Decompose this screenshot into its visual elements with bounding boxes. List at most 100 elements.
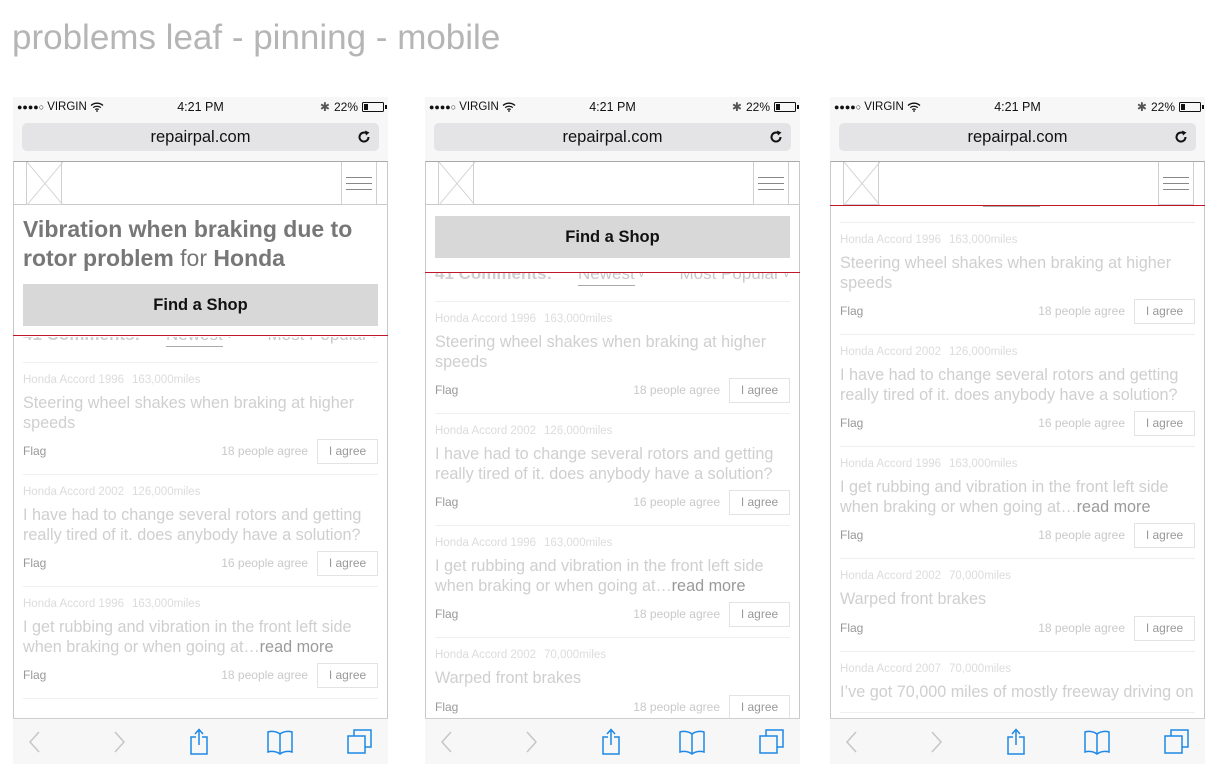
bookmarks-icon[interactable] xyxy=(678,728,706,756)
url-text: repairpal.com xyxy=(967,128,1068,146)
comment-meta: Honda Accord 2002 70,000miles xyxy=(435,648,790,662)
car-model: Honda Accord 2002 xyxy=(435,425,537,437)
comment-item: Honda Accord 1996 163,000miles I get rubbi… xyxy=(435,526,790,638)
car-model: Honda Accord 2002 xyxy=(435,649,537,661)
back-icon[interactable] xyxy=(840,728,868,756)
pin-line xyxy=(425,272,800,273)
i-agree-button[interactable]: I agree xyxy=(317,439,378,464)
logo-placeholder[interactable] xyxy=(438,161,476,206)
flag-link[interactable]: Flag xyxy=(840,304,863,318)
i-agree-button[interactable]: I agree xyxy=(729,378,790,403)
bookmarks-icon[interactable] xyxy=(266,728,294,756)
back-icon[interactable] xyxy=(23,728,51,756)
flag-link[interactable]: Flag xyxy=(435,607,458,621)
comments-list: 41 Comments: Newest∨ Most Popular∨ Honda… xyxy=(831,204,1204,713)
i-agree-button[interactable]: I agree xyxy=(1134,523,1195,548)
comment-actions: Flag 18 people agree I agree xyxy=(435,694,790,718)
comment-body: I have had to change several rotors and … xyxy=(840,366,1179,404)
find-a-shop-button[interactable]: Find a Shop xyxy=(435,216,790,258)
page-title: problems leaf - pinning - mobile xyxy=(12,18,501,57)
car-model: Honda Accord 1996 xyxy=(435,313,537,325)
status-bar: ●●●●○ VIRGIN 4:21 PM ✱ 22% xyxy=(425,97,800,117)
comment-actions: Flag 18 people agree I agree xyxy=(435,602,790,627)
url-bar[interactable]: repairpal.com xyxy=(839,123,1196,151)
reload-icon[interactable] xyxy=(1173,129,1189,145)
flag-link[interactable]: Flag xyxy=(840,528,863,542)
comment-actions: Flag 18 people agree I agree xyxy=(840,523,1195,548)
browser-toolbar xyxy=(13,718,388,764)
car-model: Honda Accord 1996 xyxy=(840,458,942,470)
hamburger-menu-button[interactable] xyxy=(753,162,789,205)
logo-placeholder[interactable] xyxy=(26,161,64,206)
agree-count: 18 people agree xyxy=(633,699,720,714)
agree-count: 18 people agree xyxy=(1038,304,1125,318)
hamburger-menu-button[interactable] xyxy=(341,162,377,205)
battery-icon xyxy=(362,102,387,112)
read-more-link[interactable]: read more xyxy=(260,638,334,656)
site-header xyxy=(13,161,388,206)
flag-link[interactable]: Flag xyxy=(23,444,46,458)
flag-link[interactable]: Flag xyxy=(435,495,458,509)
browser-chrome: ●●●●○ VIRGIN 4:21 PM ✱ 22% repairpal.com xyxy=(13,97,388,161)
share-icon[interactable] xyxy=(1003,728,1031,756)
car-mileage: 163,000miles xyxy=(949,234,1018,246)
share-icon[interactable] xyxy=(598,728,626,756)
comment-actions: Flag 18 people agree I agree xyxy=(840,299,1195,324)
forward-icon[interactable] xyxy=(922,728,950,756)
page-content: Vibration when braking due to rotor prob… xyxy=(13,205,388,718)
i-agree-button[interactable]: I agree xyxy=(729,490,790,515)
comment-body: I get rubbing and vibration in the front… xyxy=(435,557,764,595)
reload-icon[interactable] xyxy=(356,129,372,145)
comments-list: 41 Comments: Newest∨ Most Popular∨ Honda… xyxy=(14,325,387,699)
flag-link[interactable]: Flag xyxy=(840,621,863,635)
car-mileage: 163,000miles xyxy=(544,537,613,549)
flag-link[interactable]: Flag xyxy=(23,668,46,682)
flag-link[interactable]: Flag xyxy=(435,700,458,714)
back-icon[interactable] xyxy=(435,728,463,756)
i-agree-button[interactable]: I agree xyxy=(1134,299,1195,324)
logo-placeholder[interactable] xyxy=(843,161,881,206)
comment-meta: Honda Accord 2002 126,000miles xyxy=(840,345,1195,359)
status-bar: ●●●●○ VIRGIN 4:21 PM ✱ 22% xyxy=(830,97,1205,117)
tabs-icon[interactable] xyxy=(757,728,785,756)
flag-link[interactable]: Flag xyxy=(435,383,458,397)
hamburger-menu-button[interactable] xyxy=(1158,162,1194,205)
comment-actions: Flag 16 people agree I agree xyxy=(840,411,1195,436)
comment-actions: Flag 18 people agree I agree xyxy=(23,663,378,688)
bookmarks-icon[interactable] xyxy=(1083,728,1111,756)
i-agree-button[interactable]: I agree xyxy=(729,694,790,718)
tabs-icon[interactable] xyxy=(1162,728,1190,756)
bluetooth-icon: ✱ xyxy=(319,100,330,114)
share-icon[interactable] xyxy=(186,728,214,756)
forward-icon[interactable] xyxy=(517,728,545,756)
car-mileage: 126,000miles xyxy=(544,425,613,437)
reload-icon[interactable] xyxy=(768,129,784,145)
comment-meta: Honda Accord 2002 126,000miles xyxy=(23,485,378,499)
read-more-link[interactable]: read more xyxy=(1077,498,1151,516)
comment-item: Honda Accord 1996 163,000miles I get rubbi… xyxy=(23,587,378,699)
url-bar[interactable]: repairpal.com xyxy=(22,123,379,151)
comment-item: Honda Accord 1996 163,000miles Steering wh… xyxy=(23,363,378,475)
comment-body: I’ve got 70,000 miles of mostly freeway … xyxy=(840,682,1194,701)
i-agree-button[interactable]: I agree xyxy=(729,602,790,627)
flag-link[interactable]: Flag xyxy=(840,416,863,430)
forward-icon[interactable] xyxy=(105,728,133,756)
comment-meta: Honda Accord 1996 163,000miles xyxy=(435,312,790,326)
tabs-icon[interactable] xyxy=(345,728,373,756)
car-model: Honda Accord 2002 xyxy=(23,486,125,498)
browser-toolbar xyxy=(425,718,800,764)
car-mileage: 70,000miles xyxy=(544,649,607,661)
comment-item: Honda Accord 1996 163,000miles Steering wh… xyxy=(435,302,790,414)
flag-link[interactable]: Flag xyxy=(23,556,46,570)
i-agree-button[interactable]: I agree xyxy=(317,551,378,576)
comment-body: Steering wheel shakes when braking at hi… xyxy=(23,394,355,432)
i-agree-button[interactable]: I agree xyxy=(1134,615,1195,641)
car-model: Honda Accord 2007 xyxy=(840,662,942,675)
find-a-shop-button[interactable]: Find a Shop xyxy=(23,284,378,326)
i-agree-button[interactable]: I agree xyxy=(1134,411,1195,436)
agree-count: 18 people agree xyxy=(221,444,308,458)
i-agree-button[interactable]: I agree xyxy=(317,663,378,688)
url-bar[interactable]: repairpal.com xyxy=(434,123,791,151)
read-more-link[interactable]: read more xyxy=(672,577,746,595)
comment-item: Honda Accord 1996 163,000miles I get rubbi… xyxy=(840,447,1195,559)
